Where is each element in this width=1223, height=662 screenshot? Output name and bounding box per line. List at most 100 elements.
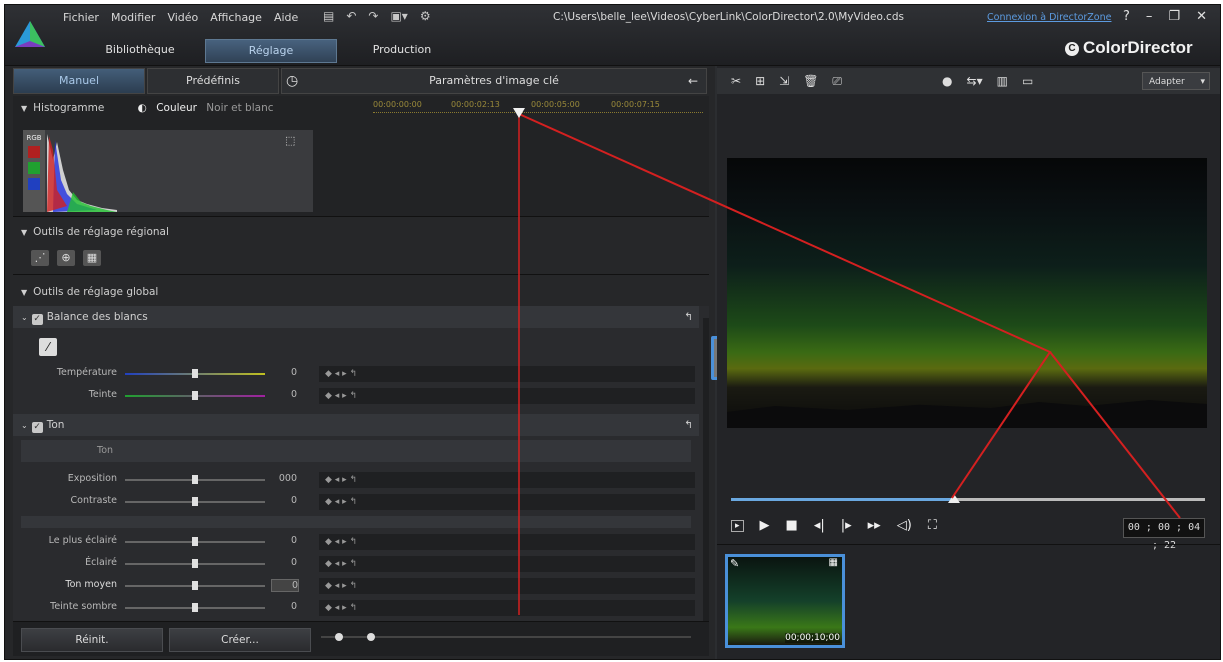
record-icon[interactable]: ● <box>942 74 952 88</box>
volume-icon[interactable]: ◁) <box>897 518 912 533</box>
temperature-slider[interactable] <box>125 369 265 378</box>
save-icon[interactable]: ▤ <box>323 9 334 23</box>
single-view-icon[interactable]: ▭ <box>1022 74 1033 88</box>
slider-knob[interactable] <box>192 391 198 400</box>
tone-header[interactable]: ⌄ ✓ Ton ↰ <box>13 414 699 436</box>
global-tools-header[interactable]: ▼ Outils de réglage global <box>21 286 158 298</box>
contrast-slider[interactable] <box>125 497 265 506</box>
keyframe-controls[interactable]: ◆ ◂ ▸ ↰ <box>319 556 695 572</box>
keyframe-controls[interactable]: ◆ ◂ ▸ ↰ <box>319 600 695 616</box>
menu-video[interactable]: Vidéo <box>167 11 198 24</box>
collapse-chevron-icon[interactable]: ⌄ <box>21 421 28 430</box>
stop-icon[interactable]: ■ <box>786 518 798 533</box>
eyedropper-icon[interactable]: ⁄ <box>39 338 57 356</box>
blue-channel-icon[interactable] <box>28 178 40 190</box>
fast-forward-icon[interactable]: ▸▸ <box>868 518 881 533</box>
split-view-icon[interactable]: ▥ <box>997 74 1008 88</box>
zoom-knob[interactable] <box>335 633 343 641</box>
lights-slider[interactable] <box>125 559 265 568</box>
midtones-slider[interactable] <box>125 581 265 590</box>
keyframe-controls[interactable]: ◆ ◂ ▸ ↰ <box>319 472 695 488</box>
snapshot-icon[interactable]: ⎚ <box>832 74 842 89</box>
slider-value[interactable]: 0 <box>271 389 297 400</box>
slider-knob[interactable] <box>192 603 198 612</box>
screen-icon[interactable]: ▣▾ <box>390 9 407 23</box>
compare-icon[interactable]: ⇆▾ <box>967 74 983 88</box>
restore-icon[interactable]: ❐ <box>1168 9 1180 24</box>
clip-thumbnail[interactable]: ✎ ▦ 00;00;10;00 <box>725 554 845 648</box>
redo-icon[interactable]: ↷ <box>368 9 378 23</box>
keyframe-controls[interactable]: ◆ ◂ ▸ ↰ <box>319 578 695 594</box>
tone-checkbox[interactable]: ✓ <box>31 422 43 433</box>
undo-icon[interactable]: ↶ <box>346 9 356 23</box>
collapse-chevron-icon[interactable]: ⌄ <box>21 313 28 322</box>
white-balance-header[interactable]: ⌄ ✓ Balance des blancs ↰ <box>13 306 699 328</box>
red-channel-icon[interactable] <box>28 146 40 158</box>
bw-mode-label[interactable]: Noir et blanc <box>206 102 273 114</box>
histogram-expand-icon[interactable]: ⬚ <box>285 134 295 147</box>
tint-slider[interactable] <box>125 391 265 400</box>
radial-filter-icon[interactable]: ⊕ <box>57 250 75 266</box>
slider-knob[interactable] <box>192 475 198 484</box>
gradient-mask-icon[interactable]: ▦ <box>83 250 101 266</box>
tab-library[interactable]: Bibliothèque <box>75 39 205 61</box>
prev-frame-icon[interactable]: ◂| <box>814 518 825 533</box>
minimize-icon[interactable]: – <box>1146 9 1153 24</box>
color-mode-icon[interactable]: ◐ <box>138 102 147 114</box>
green-channel-icon[interactable] <box>28 162 40 174</box>
slider-value[interactable]: 0 <box>271 557 297 568</box>
slider-knob[interactable] <box>192 497 198 506</box>
reset-button[interactable]: Réinit. <box>21 628 163 652</box>
exposure-slider[interactable] <box>125 475 265 484</box>
slider-value-input[interactable]: 0 <box>271 579 299 592</box>
slider-value[interactable]: 0 <box>271 495 297 506</box>
tab-presets[interactable]: Prédéfinis <box>147 68 279 94</box>
video-preview[interactable] <box>727 158 1207 428</box>
keyframe-controls[interactable]: ◆ ◂ ▸ ↰ <box>319 494 695 510</box>
regional-tools-header[interactable]: ▼ Outils de réglage régional <box>21 226 169 238</box>
slider-knob[interactable] <box>192 559 198 568</box>
shadows-slider[interactable] <box>125 603 265 612</box>
fit-dropdown[interactable]: Adapter ▾ <box>1142 72 1210 90</box>
help-button[interactable]: ? <box>1123 9 1130 24</box>
directorzone-link[interactable]: Connexion à DirectorZone <box>987 12 1111 23</box>
import-icon[interactable]: ⇲ <box>779 74 789 88</box>
zoom-slider[interactable] <box>321 633 691 641</box>
slider-knob[interactable] <box>192 369 198 378</box>
histogram-header[interactable]: ▼ Histogramme ◐ Couleur Noir et blanc <box>21 102 274 114</box>
highlights-slider[interactable] <box>125 537 265 546</box>
keyframe-timeline[interactable]: 00:00:00:00 00:00:02:13 00:00:05:00 00:0… <box>373 100 703 118</box>
playhead-marker[interactable] <box>947 494 960 503</box>
slider-knob[interactable] <box>192 581 198 590</box>
zoom-plus-icon[interactable] <box>367 633 375 641</box>
adjustment-brush-icon[interactable]: ⋰ <box>31 250 49 266</box>
menu-view[interactable]: Affichage <box>210 11 262 24</box>
white-balance-checkbox[interactable]: ✓ <box>31 314 43 325</box>
slider-knob[interactable] <box>192 537 198 546</box>
keyframe-controls[interactable]: ◆ ◂ ▸ ↰ <box>319 366 695 382</box>
close-icon[interactable]: ✕ <box>1196 9 1207 24</box>
create-button[interactable]: Créer... <box>169 628 311 652</box>
settings-gear-icon[interactable]: ⚙ <box>420 9 431 23</box>
split-icon[interactable]: ⊞ <box>755 74 765 88</box>
keyframe-controls[interactable]: ◆ ◂ ▸ ↰ <box>319 388 695 404</box>
slider-value[interactable]: 0 <box>271 367 297 378</box>
slider-value[interactable]: 0 <box>271 535 297 546</box>
color-mode-label[interactable]: Couleur <box>156 102 197 114</box>
menu-file[interactable]: Fichier <box>63 11 99 24</box>
tab-adjustment[interactable]: Réglage <box>205 39 337 63</box>
keyframe-clock-icon[interactable]: ◷ <box>286 69 298 93</box>
reset-section-icon[interactable]: ↰ <box>684 414 693 436</box>
delete-icon[interactable]: 🗑 <box>803 74 818 88</box>
back-arrow-icon[interactable]: ← <box>688 69 698 93</box>
tab-production[interactable]: Production <box>337 39 467 61</box>
play-icon[interactable]: ▶ <box>760 518 770 533</box>
tab-manual[interactable]: Manuel <box>13 68 145 94</box>
playback-scrubber[interactable] <box>731 498 1205 501</box>
menu-help[interactable]: Aide <box>274 11 298 24</box>
next-frame-icon[interactable]: |▸ <box>841 518 852 533</box>
fullscreen-icon[interactable]: ⛶ <box>928 518 937 533</box>
menu-edit[interactable]: Modifier <box>111 11 155 24</box>
keyframe-controls[interactable]: ◆ ◂ ▸ ↰ <box>319 534 695 550</box>
reset-section-icon[interactable]: ↰ <box>684 306 693 328</box>
